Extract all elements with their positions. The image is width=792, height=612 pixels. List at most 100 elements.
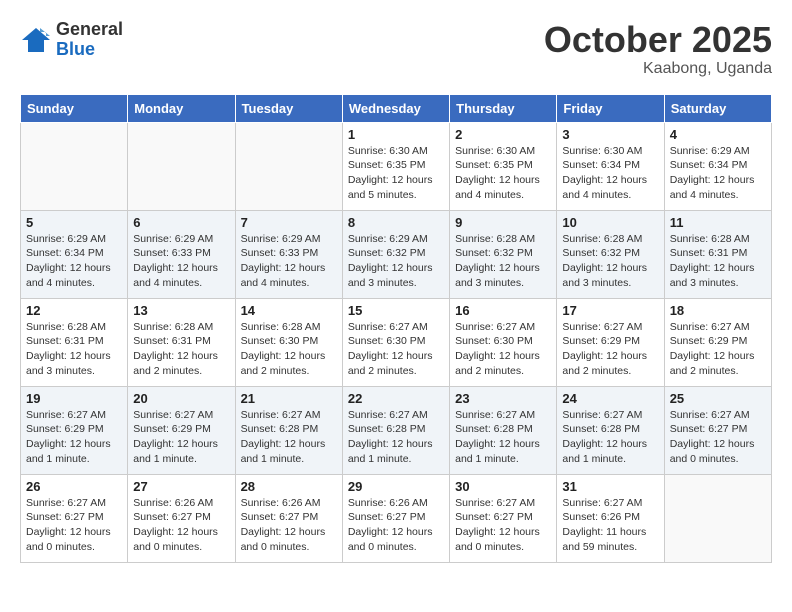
logo-general: General <box>56 20 123 40</box>
day-info: Sunrise: 6:26 AM Sunset: 6:27 PM Dayligh… <box>241 496 337 555</box>
day-info: Sunrise: 6:27 AM Sunset: 6:28 PM Dayligh… <box>348 408 444 467</box>
calendar-cell: 6 Sunrise: 6:29 AM Sunset: 6:33 PM Daylig… <box>128 210 235 298</box>
day-info: Sunrise: 6:27 AM Sunset: 6:27 PM Dayligh… <box>670 408 766 467</box>
day-number: 10 <box>562 215 658 230</box>
day-number: 31 <box>562 479 658 494</box>
day-info: Sunrise: 6:28 AM Sunset: 6:32 PM Dayligh… <box>562 232 658 291</box>
day-info: Sunrise: 6:29 AM Sunset: 6:33 PM Dayligh… <box>241 232 337 291</box>
day-number: 26 <box>26 479 122 494</box>
calendar-cell: 8 Sunrise: 6:29 AM Sunset: 6:32 PM Daylig… <box>342 210 449 298</box>
col-header-friday: Friday <box>557 94 664 122</box>
day-number: 27 <box>133 479 229 494</box>
day-info: Sunrise: 6:26 AM Sunset: 6:27 PM Dayligh… <box>348 496 444 555</box>
day-number: 24 <box>562 391 658 406</box>
day-info: Sunrise: 6:28 AM Sunset: 6:31 PM Dayligh… <box>26 320 122 379</box>
calendar-cell: 28 Sunrise: 6:26 AM Sunset: 6:27 PM Dayli… <box>235 474 342 562</box>
day-number: 1 <box>348 127 444 142</box>
calendar-cell: 3 Sunrise: 6:30 AM Sunset: 6:34 PM Daylig… <box>557 122 664 210</box>
day-number: 21 <box>241 391 337 406</box>
day-number: 9 <box>455 215 551 230</box>
calendar-cell <box>235 122 342 210</box>
day-info: Sunrise: 6:30 AM Sunset: 6:35 PM Dayligh… <box>455 144 551 203</box>
day-info: Sunrise: 6:30 AM Sunset: 6:34 PM Dayligh… <box>562 144 658 203</box>
calendar-cell: 1 Sunrise: 6:30 AM Sunset: 6:35 PM Daylig… <box>342 122 449 210</box>
calendar-cell: 7 Sunrise: 6:29 AM Sunset: 6:33 PM Daylig… <box>235 210 342 298</box>
day-info: Sunrise: 6:27 AM Sunset: 6:28 PM Dayligh… <box>562 408 658 467</box>
calendar-week-3: 12 Sunrise: 6:28 AM Sunset: 6:31 PM Dayli… <box>21 298 772 386</box>
day-info: Sunrise: 6:27 AM Sunset: 6:30 PM Dayligh… <box>455 320 551 379</box>
day-number: 16 <box>455 303 551 318</box>
month-title: October 2025 <box>544 20 772 60</box>
calendar-cell: 9Sunrise: 6:28 AM Sunset: 6:32 PM Daylig… <box>450 210 557 298</box>
day-number: 3 <box>562 127 658 142</box>
day-info: Sunrise: 6:28 AM Sunset: 6:31 PM Dayligh… <box>670 232 766 291</box>
logo-text: General Blue <box>56 20 123 60</box>
day-number: 25 <box>670 391 766 406</box>
day-info: Sunrise: 6:28 AM Sunset: 6:30 PM Dayligh… <box>241 320 337 379</box>
calendar-cell: 16 Sunrise: 6:27 AM Sunset: 6:30 PM Dayli… <box>450 298 557 386</box>
day-number: 17 <box>562 303 658 318</box>
logo-icon <box>20 26 52 54</box>
col-header-thursday: Thursday <box>450 94 557 122</box>
day-number: 13 <box>133 303 229 318</box>
day-number: 8 <box>348 215 444 230</box>
day-number: 15 <box>348 303 444 318</box>
calendar-cell: 19 Sunrise: 6:27 AM Sunset: 6:29 PM Dayli… <box>21 386 128 474</box>
day-number: 23 <box>455 391 551 406</box>
location: Kaabong, Uganda <box>544 60 772 78</box>
calendar-week-4: 19 Sunrise: 6:27 AM Sunset: 6:29 PM Dayli… <box>21 386 772 474</box>
calendar-cell: 23 Sunrise: 6:27 AM Sunset: 6:28 PM Dayli… <box>450 386 557 474</box>
day-info: Sunrise: 6:29 AM Sunset: 6:34 PM Dayligh… <box>670 144 766 203</box>
col-header-wednesday: Wednesday <box>342 94 449 122</box>
day-number: 12 <box>26 303 122 318</box>
calendar-cell: 21Sunrise: 6:27 AM Sunset: 6:28 PM Dayli… <box>235 386 342 474</box>
day-number: 30 <box>455 479 551 494</box>
logo-blue: Blue <box>56 40 123 60</box>
day-info: Sunrise: 6:27 AM Sunset: 6:26 PM Dayligh… <box>562 496 658 555</box>
page-header: General Blue October 2025 Kaabong, Ugand… <box>20 20 772 78</box>
day-number: 5 <box>26 215 122 230</box>
day-info: Sunrise: 6:27 AM Sunset: 6:28 PM Dayligh… <box>455 408 551 467</box>
day-info: Sunrise: 6:27 AM Sunset: 6:29 PM Dayligh… <box>562 320 658 379</box>
day-info: Sunrise: 6:29 AM Sunset: 6:33 PM Dayligh… <box>133 232 229 291</box>
day-number: 7 <box>241 215 337 230</box>
day-number: 28 <box>241 479 337 494</box>
day-number: 11 <box>670 215 766 230</box>
day-info: Sunrise: 6:29 AM Sunset: 6:32 PM Dayligh… <box>348 232 444 291</box>
calendar-cell: 5Sunrise: 6:29 AM Sunset: 6:34 PM Daylig… <box>21 210 128 298</box>
calendar-cell <box>21 122 128 210</box>
calendar-cell: 2Sunrise: 6:30 AM Sunset: 6:35 PM Daylig… <box>450 122 557 210</box>
calendar-cell: 14 Sunrise: 6:28 AM Sunset: 6:30 PM Dayli… <box>235 298 342 386</box>
day-number: 20 <box>133 391 229 406</box>
day-info: Sunrise: 6:26 AM Sunset: 6:27 PM Dayligh… <box>133 496 229 555</box>
calendar-cell: 22Sunrise: 6:27 AM Sunset: 6:28 PM Dayli… <box>342 386 449 474</box>
day-info: Sunrise: 6:27 AM Sunset: 6:29 PM Dayligh… <box>26 408 122 467</box>
day-number: 19 <box>26 391 122 406</box>
col-header-monday: Monday <box>128 94 235 122</box>
day-number: 6 <box>133 215 229 230</box>
col-header-tuesday: Tuesday <box>235 94 342 122</box>
calendar-cell: 31 Sunrise: 6:27 AM Sunset: 6:26 PM Dayli… <box>557 474 664 562</box>
calendar-cell: 24 Sunrise: 6:27 AM Sunset: 6:28 PM Dayli… <box>557 386 664 474</box>
day-info: Sunrise: 6:28 AM Sunset: 6:31 PM Dayligh… <box>133 320 229 379</box>
day-info: Sunrise: 6:27 AM Sunset: 6:27 PM Dayligh… <box>26 496 122 555</box>
day-info: Sunrise: 6:27 AM Sunset: 6:29 PM Dayligh… <box>133 408 229 467</box>
calendar-cell: 30Sunrise: 6:27 AM Sunset: 6:27 PM Dayli… <box>450 474 557 562</box>
day-number: 18 <box>670 303 766 318</box>
calendar-cell: 26 Sunrise: 6:27 AM Sunset: 6:27 PM Dayli… <box>21 474 128 562</box>
calendar-cell: 10 Sunrise: 6:28 AM Sunset: 6:32 PM Dayli… <box>557 210 664 298</box>
calendar-week-5: 26 Sunrise: 6:27 AM Sunset: 6:27 PM Dayli… <box>21 474 772 562</box>
day-info: Sunrise: 6:30 AM Sunset: 6:35 PM Dayligh… <box>348 144 444 203</box>
calendar-cell: 13 Sunrise: 6:28 AM Sunset: 6:31 PM Dayli… <box>128 298 235 386</box>
calendar-cell: 27 Sunrise: 6:26 AM Sunset: 6:27 PM Dayli… <box>128 474 235 562</box>
calendar-cell <box>664 474 771 562</box>
calendar-cell: 12 Sunrise: 6:28 AM Sunset: 6:31 PM Dayli… <box>21 298 128 386</box>
calendar-cell: 25 Sunrise: 6:27 AM Sunset: 6:27 PM Dayli… <box>664 386 771 474</box>
calendar-week-1: 1 Sunrise: 6:30 AM Sunset: 6:35 PM Daylig… <box>21 122 772 210</box>
day-number: 14 <box>241 303 337 318</box>
day-info: Sunrise: 6:27 AM Sunset: 6:29 PM Dayligh… <box>670 320 766 379</box>
calendar-cell <box>128 122 235 210</box>
calendar-cell: 17 Sunrise: 6:27 AM Sunset: 6:29 PM Dayli… <box>557 298 664 386</box>
logo: General Blue <box>20 20 123 60</box>
calendar-week-2: 5Sunrise: 6:29 AM Sunset: 6:34 PM Daylig… <box>21 210 772 298</box>
